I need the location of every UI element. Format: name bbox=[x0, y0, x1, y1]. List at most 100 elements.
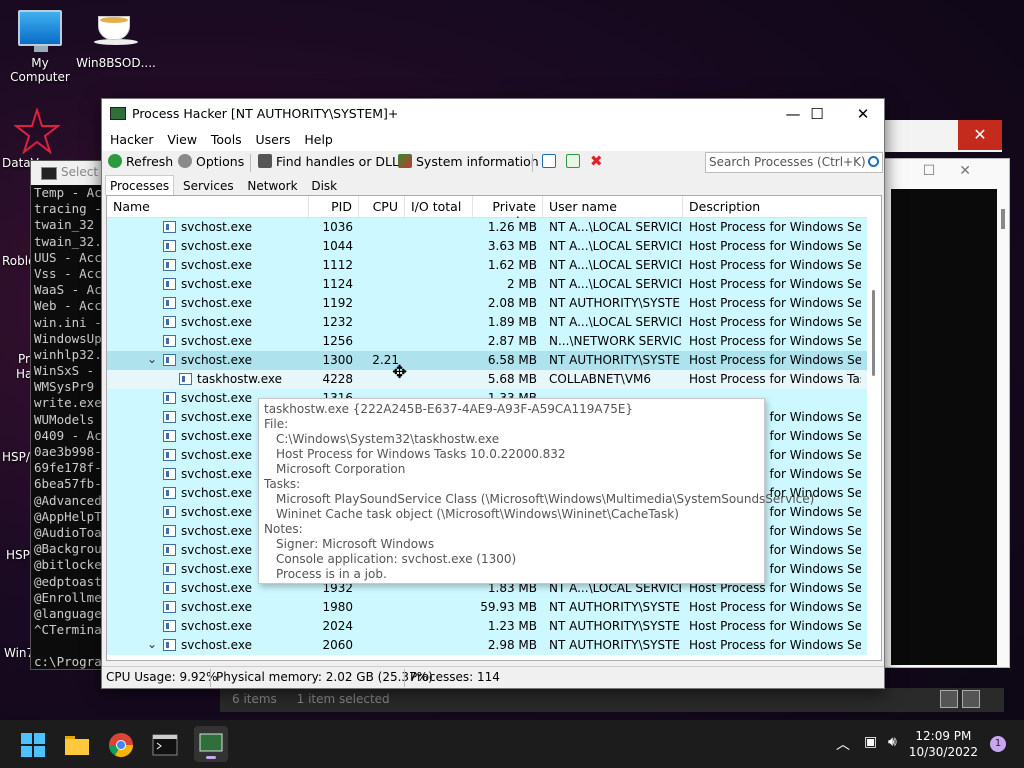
process-hacker-taskbar-button[interactable] bbox=[194, 726, 228, 762]
console-line: WinSxS - bbox=[34, 363, 95, 379]
column-pid[interactable]: PID bbox=[309, 196, 359, 218]
start-button[interactable] bbox=[20, 732, 46, 758]
terminal-button[interactable] bbox=[152, 732, 178, 758]
terminate-button[interactable]: ✖ bbox=[590, 152, 603, 170]
process-pid: 1980 bbox=[322, 600, 353, 614]
tab-disk[interactable]: Disk bbox=[306, 175, 342, 195]
process-icon bbox=[163, 639, 176, 651]
chevron-up-icon[interactable]: ︿ bbox=[836, 734, 850, 754]
maximize-button[interactable]: ☐ bbox=[794, 99, 840, 129]
console-line: c:\Progra bbox=[34, 654, 102, 670]
background-terminal-window[interactable]: ☐✕ bbox=[880, 158, 1010, 668]
process-icon bbox=[163, 392, 176, 404]
search-input[interactable]: Search Processes (Ctrl+K) bbox=[705, 152, 883, 173]
scrollbar[interactable] bbox=[1001, 209, 1005, 229]
console-line: @AudioToa bbox=[34, 524, 102, 540]
desktop-icon-datav[interactable] bbox=[13, 106, 61, 155]
file-explorer-button[interactable] bbox=[64, 732, 90, 758]
scrollbar-thumb[interactable] bbox=[872, 290, 875, 376]
console-line: @AppHelpT bbox=[34, 508, 102, 524]
chrome-button[interactable] bbox=[108, 732, 134, 758]
tab-processes[interactable]: Processes bbox=[105, 175, 175, 195]
menu-help[interactable]: Help bbox=[302, 129, 341, 147]
options-label: Options bbox=[196, 154, 245, 169]
tab-network[interactable]: Network bbox=[242, 175, 302, 195]
tooltip-line: taskhostw.exe {222A245B-E637-4AE9-A93F-A… bbox=[264, 402, 634, 416]
process-icon bbox=[163, 525, 176, 537]
process-description: Host Process for Windows Ser... bbox=[689, 277, 861, 291]
process-description: Host Process for Windows Ser... bbox=[689, 296, 861, 310]
clock[interactable]: 12:09 PM 10/30/2022 bbox=[909, 728, 978, 760]
tooltip-line: Signer: Microsoft Windows bbox=[276, 537, 435, 551]
process-pid: 2060 bbox=[322, 638, 353, 652]
options-button[interactable]: Options bbox=[178, 154, 244, 169]
window-button[interactable] bbox=[542, 154, 560, 169]
process-row[interactable]: svchost.exe 1232 1.89 MB NT A...\LOCAL SERV… bbox=[107, 313, 881, 332]
close-button[interactable]: ✕ bbox=[840, 99, 886, 129]
system-info-label: System information bbox=[416, 154, 539, 169]
desktop-label-hsp2: HSP bbox=[6, 548, 30, 562]
column-description[interactable]: Description bbox=[683, 196, 869, 218]
process-row[interactable]: taskhostw.exe 4228 5.68 MB COLLABNET\VM6 Hos… bbox=[107, 370, 881, 389]
process-row[interactable]: ⌄ svchost.exe 1300 2.21 6.58 MB NT AUTHORITY\… bbox=[107, 351, 881, 370]
close-icon[interactable]: ✕ bbox=[958, 120, 1002, 150]
process-description: Host Process for Windows Ser... bbox=[689, 353, 861, 367]
column-cpu[interactable]: CPU bbox=[359, 196, 405, 218]
console-line: 0ae3b998- bbox=[34, 444, 102, 459]
console-line: winhlp32. bbox=[34, 346, 102, 362]
process-description: Host Process for Windows Ser... bbox=[689, 258, 861, 272]
menu-tools[interactable]: Tools bbox=[209, 129, 250, 147]
process-row[interactable]: svchost.exe 1112 1.62 MB NT A...\LOCAL SERV… bbox=[107, 256, 881, 275]
menubar: Hacker View Tools Users Help bbox=[102, 129, 884, 151]
console-window[interactable]: Select A Temp - Ac tracing - twain_32 twain… bbox=[30, 160, 110, 670]
find-handles-button[interactable]: Find handles or DLLs bbox=[258, 154, 406, 169]
process-name: svchost.exe bbox=[181, 296, 252, 310]
network-icon[interactable]: ▣ bbox=[864, 734, 877, 750]
tab-services[interactable]: Services bbox=[178, 175, 239, 195]
process-description: Host Process for Windows Ser... bbox=[689, 600, 861, 614]
desktop-icon-win8bsod[interactable]: Win8BSOD.... bbox=[76, 6, 156, 70]
clock-time: 12:09 PM bbox=[915, 729, 972, 743]
notification-badge[interactable]: 1 bbox=[990, 736, 1006, 752]
process-row[interactable]: svchost.exe 1256 2.87 MB N...\NETWORK SERVI… bbox=[107, 332, 881, 351]
refresh-button[interactable]: Refresh bbox=[108, 154, 173, 169]
process-row[interactable]: svchost.exe 1980 59.93 MB NT AUTHORITY\SYST… bbox=[107, 598, 881, 617]
process-row[interactable]: svchost.exe 1192 2.08 MB NT AUTHORITY\SYSTE… bbox=[107, 294, 881, 313]
column-private-bytes[interactable]: Private b... bbox=[473, 196, 543, 229]
tiles-view-icon[interactable] bbox=[962, 690, 980, 708]
column-io-total[interactable]: I/O total ... bbox=[405, 196, 473, 229]
details-view-icon[interactable] bbox=[940, 690, 958, 708]
process-row[interactable]: svchost.exe 1124 2 MB NT A...\LOCAL SERVICE… bbox=[107, 275, 881, 294]
computer-icon bbox=[18, 10, 62, 52]
process-private-bytes: 2.98 MB bbox=[487, 638, 537, 652]
console-line: @bitlocke bbox=[34, 557, 102, 573]
chevron-down-icon[interactable]: ⌄ bbox=[147, 637, 157, 651]
desktop-icon-my-computer[interactable]: My Computer bbox=[0, 10, 80, 84]
process-user: NT AUTHORITY\SYSTEM bbox=[549, 619, 681, 633]
process-icon bbox=[163, 563, 176, 575]
process-hacker-window[interactable]: Process Hacker [NT AUTHORITY\SYSTEM]+ — … bbox=[101, 98, 885, 689]
process-icon bbox=[163, 240, 176, 252]
process-row[interactable]: svchost.exe 1036 1.26 MB NT A...\LOCAL SERV… bbox=[107, 218, 881, 237]
go-to-button[interactable] bbox=[566, 154, 584, 169]
vertical-scrollbar[interactable] bbox=[867, 196, 881, 660]
console-line: ^CTermina bbox=[34, 622, 102, 638]
chevron-down-icon[interactable]: ⌄ bbox=[147, 352, 157, 366]
titlebar[interactable]: Process Hacker [NT AUTHORITY\SYSTEM]+ — … bbox=[102, 99, 884, 129]
system-info-button[interactable]: System information bbox=[398, 154, 539, 169]
process-row[interactable]: svchost.exe 2024 1.23 MB NT AUTHORITY\SYSTE… bbox=[107, 617, 881, 636]
search-placeholder: Search Processes (Ctrl+K) bbox=[709, 155, 866, 169]
process-description: Host Process for Windows Ser... bbox=[689, 638, 861, 652]
menu-hacker[interactable]: Hacker bbox=[108, 129, 162, 147]
menu-view[interactable]: View bbox=[165, 129, 205, 147]
volume-icon[interactable]: 🔊︎ bbox=[888, 734, 897, 750]
process-pid: 1256 bbox=[322, 334, 353, 348]
column-user-name[interactable]: User name bbox=[543, 196, 683, 218]
column-name[interactable]: Name bbox=[107, 196, 309, 218]
process-row[interactable]: ⌄ svchost.exe 2060 2.98 MB NT AUTHORITY\SYST… bbox=[107, 636, 881, 655]
menu-users[interactable]: Users bbox=[254, 129, 299, 147]
tooltip-line: Console application: svchost.exe (1300) bbox=[276, 552, 517, 566]
process-icon bbox=[163, 601, 176, 613]
process-row[interactable]: svchost.exe 1044 3.63 MB NT A...\LOCAL SERV… bbox=[107, 237, 881, 256]
background-window-titlebar[interactable]: ✕ bbox=[880, 120, 1002, 152]
